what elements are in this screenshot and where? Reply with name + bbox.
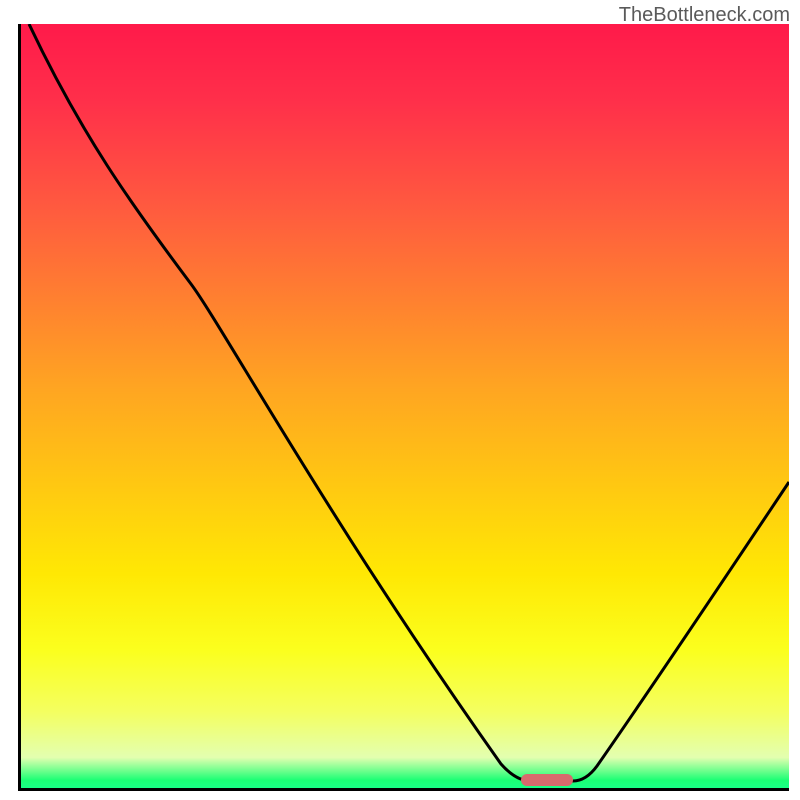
curve-svg xyxy=(21,24,789,788)
watermark-text: TheBottleneck.com xyxy=(619,4,790,27)
plot-area xyxy=(18,24,789,791)
optimal-marker xyxy=(521,774,573,786)
bottleneck-curve xyxy=(29,24,789,781)
